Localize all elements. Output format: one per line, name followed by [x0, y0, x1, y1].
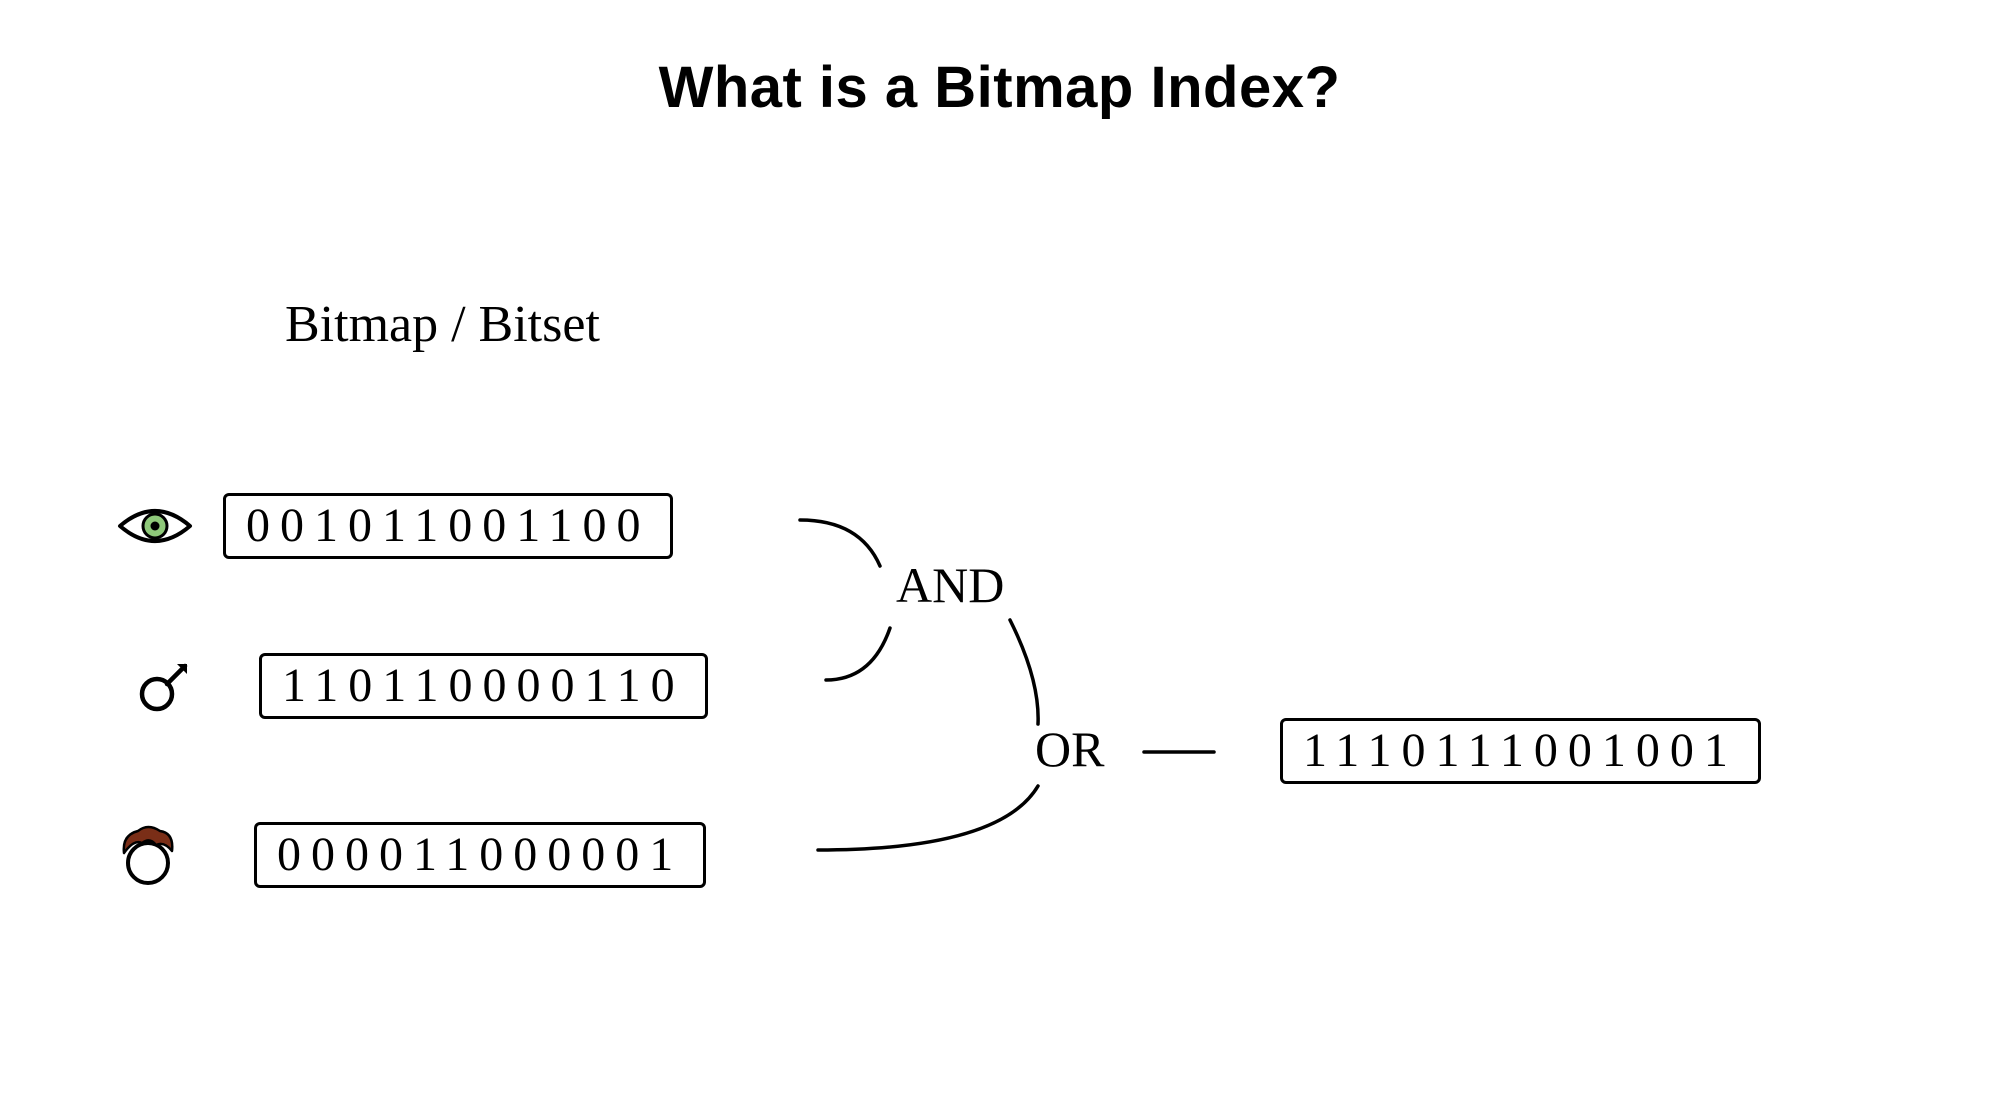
bits-eye: 001011001100 — [223, 493, 673, 559]
red-hair-head-icon — [108, 815, 188, 895]
male-symbol-icon — [125, 646, 205, 726]
diagram-stage: What is a Bitmap Index? Bitmap / Bitset … — [0, 0, 1999, 1114]
bitmap-row-hair: 000011000001 — [108, 815, 706, 895]
bitmap-row-male: 110110000110 — [125, 646, 708, 726]
operator-and: AND — [896, 556, 1004, 614]
bits-hair: 000011000001 — [254, 822, 706, 888]
bitmap-row-eye: 001011001100 — [115, 486, 673, 566]
page-title: What is a Bitmap Index? — [0, 54, 1999, 121]
bitmap-row-result: 1110111001001 — [1280, 718, 1761, 784]
subtitle-bitmap-bitset: Bitmap / Bitset — [285, 295, 600, 354]
bits-male: 110110000110 — [259, 653, 708, 719]
bits-result: 1110111001001 — [1280, 718, 1761, 784]
operator-or: OR — [1035, 720, 1104, 778]
eye-icon — [115, 486, 195, 566]
